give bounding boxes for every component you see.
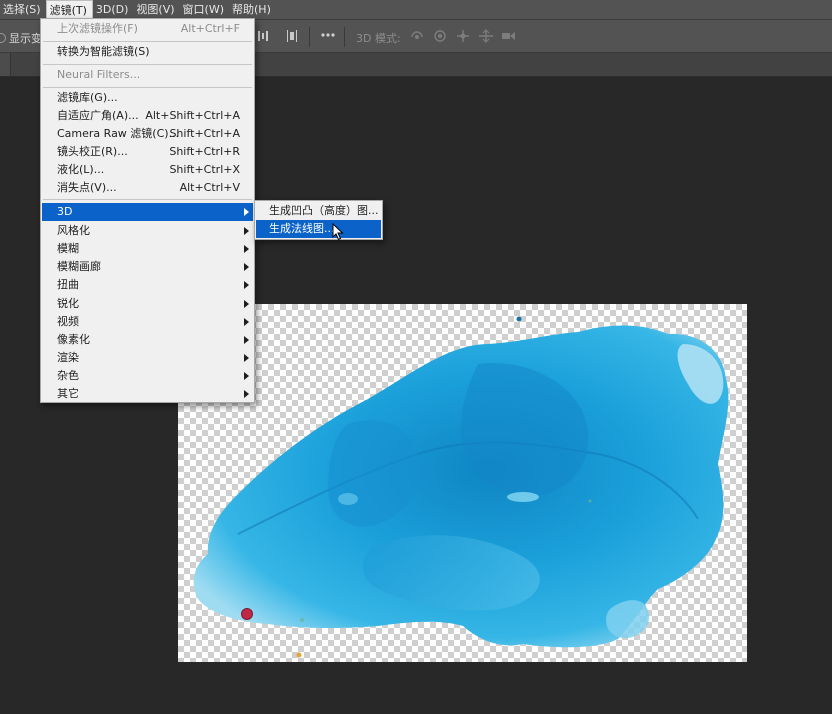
- menu-item-distort[interactable]: 扭曲: [42, 276, 253, 294]
- ellipsis-icon[interactable]: [320, 28, 336, 46]
- menu-item-shortcut: Shift+Ctrl+R: [169, 145, 240, 158]
- menu-item-label: 3D: [57, 205, 73, 218]
- menu-divider: [43, 87, 252, 88]
- menu-item-shortcut: Alt+Ctrl+V: [179, 181, 240, 194]
- menu-item-blur[interactable]: 模糊: [42, 240, 253, 258]
- menu-item-neural-filters[interactable]: Neural Filters...: [42, 66, 253, 84]
- menu-item-sharpen[interactable]: 锐化: [42, 295, 253, 313]
- menu-divider: [43, 64, 252, 65]
- menu-item-label: 杂色: [57, 369, 79, 382]
- menu-select[interactable]: 选择(S): [0, 0, 46, 19]
- menu-item-filter-gallery[interactable]: 滤镜库(G)...: [42, 89, 253, 107]
- paint-speck: [516, 316, 522, 322]
- submenu-arrow-icon: [244, 372, 249, 380]
- show-transform-label: 显示变: [9, 32, 42, 45]
- filter-menu: 上次滤镜操作(F) Alt+Ctrl+F 转换为智能滤镜(S) Neural F…: [40, 18, 255, 403]
- options-separator: [309, 27, 310, 47]
- menu-item-stylize[interactable]: 风格化: [42, 222, 253, 240]
- menu-item-label: 扭曲: [57, 278, 79, 291]
- menu-item-label: 消失点(V)...: [57, 181, 117, 194]
- menu-item-video[interactable]: 视频: [42, 313, 253, 331]
- menu-item-label: Camera Raw 滤镜(C)...: [57, 127, 180, 140]
- slide-3d-icon[interactable]: [478, 29, 494, 47]
- menu-item-blur-gallery[interactable]: 模糊画廊: [42, 258, 253, 276]
- align-icon[interactable]: [286, 29, 298, 47]
- 3d-mode-label: 3D 模式:: [356, 32, 401, 45]
- menu-item-last-filter[interactable]: 上次滤镜操作(F) Alt+Ctrl+F: [42, 20, 253, 38]
- menu-item-label: 转换为智能滤镜(S): [57, 45, 150, 58]
- submenu-arrow-icon: [244, 318, 249, 326]
- menu-window[interactable]: 窗口(W): [180, 0, 229, 19]
- menu-item-other[interactable]: 其它: [42, 385, 253, 403]
- menu-item-label: 上次滤镜操作(F): [57, 22, 138, 35]
- menu-item-label: 模糊画廊: [57, 260, 101, 273]
- 3d-submenu: 生成凹凸（高度）图... 生成法线图...: [254, 200, 383, 240]
- roll-3d-icon[interactable]: [432, 29, 448, 47]
- menu-item-shortcut: Shift+Ctrl+A: [169, 127, 240, 140]
- submenu-arrow-icon: [244, 281, 249, 289]
- menu-item-render[interactable]: 渲染: [42, 349, 253, 367]
- submenu-arrow-icon: [244, 336, 249, 344]
- menu-item-shortcut: Shift+Ctrl+X: [169, 163, 240, 176]
- submenu-arrow-icon: [244, 390, 249, 398]
- menu-item-adaptive-wide-angle[interactable]: 自适应广角(A)... Alt+Shift+Ctrl+A: [42, 107, 253, 125]
- distribute-icon[interactable]: [257, 29, 269, 47]
- menu-item-lens-correction[interactable]: 镜头校正(R)... Shift+Ctrl+R: [42, 143, 253, 161]
- drag-3d-icon[interactable]: [455, 29, 471, 47]
- menu-filter[interactable]: 滤镜(T): [45, 0, 93, 19]
- menu-item-label: 像素化: [57, 333, 90, 346]
- menu-item-vanishing-point[interactable]: 消失点(V)... Alt+Ctrl+V: [42, 179, 253, 197]
- menu-help[interactable]: 帮助(H): [229, 0, 276, 19]
- menu-item-label: 镜头校正(R)...: [57, 145, 128, 158]
- submenu-arrow-icon: [244, 354, 249, 362]
- menu-item-generate-normal-map[interactable]: 生成法线图...: [256, 220, 381, 238]
- menu-item-generate-bump-map[interactable]: 生成凹凸（高度）图...: [256, 202, 381, 220]
- submenu-arrow-icon: [244, 245, 249, 253]
- menu-divider: [43, 41, 252, 42]
- watercolor-artwork: [193, 316, 729, 658]
- menu-item-camera-raw[interactable]: Camera Raw 滤镜(C)... Shift+Ctrl+A: [42, 125, 253, 143]
- menu-item-noise[interactable]: 杂色: [42, 367, 253, 385]
- menu-item-label: 模糊: [57, 242, 79, 255]
- menu-item-3d[interactable]: 3D: [42, 203, 253, 221]
- options-separator: [344, 27, 345, 47]
- menu-item-pixelate[interactable]: 像素化: [42, 331, 253, 349]
- scale-3d-icon[interactable]: [500, 29, 516, 47]
- menu-item-liquify[interactable]: 液化(L)... Shift+Ctrl+X: [42, 161, 253, 179]
- paint-speck: [296, 652, 302, 658]
- submenu-arrow-icon: [244, 208, 249, 216]
- menu-view[interactable]: 视图(V): [133, 0, 179, 19]
- menu-item-label: 液化(L)...: [57, 163, 105, 176]
- menu-item-label: 锐化: [57, 297, 79, 310]
- menu-item-label: Neural Filters...: [57, 68, 141, 81]
- menu-item-label: 渲染: [57, 351, 79, 364]
- mouse-cursor-icon: [332, 223, 344, 241]
- submenu-arrow-icon: [244, 300, 249, 308]
- menu-item-label: 自适应广角(A)...: [57, 109, 139, 122]
- document-tab[interactable]: [0, 53, 11, 76]
- show-transform-checkbox[interactable]: [0, 33, 6, 43]
- submenu-arrow-icon: [244, 263, 249, 271]
- menu-item-shortcut: Alt+Shift+Ctrl+A: [145, 109, 240, 122]
- document-canvas[interactable]: [178, 304, 747, 662]
- paint-speck: [241, 608, 253, 620]
- submenu-arrow-icon: [244, 227, 249, 235]
- show-transform-controls[interactable]: 显示变: [0, 30, 42, 46]
- menu-item-label: 滤镜库(G)...: [57, 91, 118, 104]
- menu-item-shortcut: Alt+Ctrl+F: [180, 22, 240, 35]
- menu-divider: [43, 199, 252, 200]
- menu-item-convert-smart-filter[interactable]: 转换为智能滤镜(S): [42, 43, 253, 61]
- menu-3d[interactable]: 3D(D): [93, 0, 134, 19]
- rotate-3d-icon[interactable]: [409, 29, 425, 47]
- menu-item-label: 视频: [57, 315, 79, 328]
- menu-bar: 选择(S) 滤镜(T) 3D(D) 视图(V) 窗口(W) 帮助(H): [0, 0, 832, 19]
- menu-item-label: 其它: [57, 387, 79, 400]
- menu-item-label: 风格化: [57, 224, 90, 237]
